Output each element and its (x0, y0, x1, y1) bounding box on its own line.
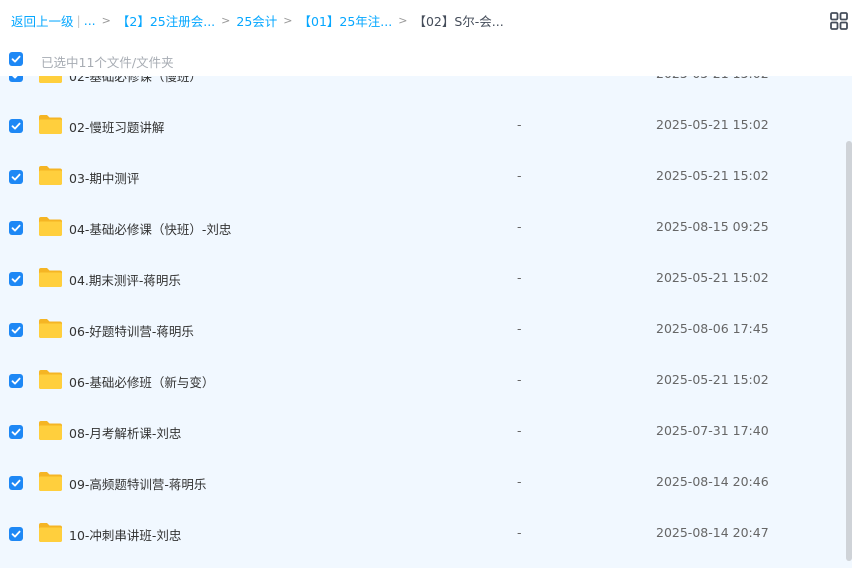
file-list: 02-基础必修课（慢班） - 2025-05-21 15:02 02-慢班习题讲解 - 2… (0, 76, 852, 568)
folder-icon (38, 76, 63, 84)
folder-icon (38, 369, 63, 390)
folder-icon (38, 471, 63, 492)
file-name[interactable]: 03-期中测评 (69, 168, 139, 187)
folder-icon (38, 318, 63, 339)
row-checkbox[interactable] (9, 221, 23, 235)
file-name[interactable]: 02-基础必修课（慢班） (69, 76, 202, 85)
file-date: 2025-08-15 09:25 (656, 219, 769, 234)
file-row[interactable]: 06-基础必修班（新与变） - 2025-05-21 15:02 (0, 356, 852, 407)
breadcrumb-item[interactable]: 【2】25注册会... (117, 11, 215, 30)
file-size: - (517, 372, 522, 387)
file-size: - (517, 219, 522, 234)
row-checkbox[interactable] (9, 170, 23, 184)
chevron-right-icon: > (283, 14, 293, 27)
file-date: 2025-05-21 15:02 (656, 270, 769, 285)
row-checkbox[interactable] (9, 119, 23, 133)
file-name[interactable]: 02-慢班习题讲解 (69, 117, 164, 136)
file-size: - (517, 321, 522, 336)
file-row[interactable]: 10-冲刺串讲班-刘忠 - 2025-08-14 20:47 (0, 509, 852, 560)
file-row[interactable]: 08-月考解析课-刘忠 - 2025-07-31 17:40 (0, 407, 852, 458)
file-date: 2025-05-21 15:02 (656, 117, 769, 132)
file-name[interactable]: 04-基础必修课（快班）-刘忠 (69, 219, 231, 238)
file-row[interactable]: 02-基础必修课（慢班） - 2025-05-21 15:02 (0, 76, 852, 101)
file-date: 2025-05-21 15:02 (656, 372, 769, 387)
grid-view-icon[interactable] (830, 12, 848, 30)
file-size: - (517, 270, 522, 285)
chevron-right-icon: > (221, 14, 231, 27)
file-size: - (517, 423, 522, 438)
scrollbar-thumb[interactable] (846, 141, 852, 561)
back-link[interactable]: 返回上一级 (11, 11, 74, 30)
file-date: 2025-08-14 20:47 (656, 525, 769, 540)
folder-icon (38, 165, 63, 186)
file-row[interactable]: 04-基础必修课（快班）-刘忠 - 2025-08-15 09:25 (0, 203, 852, 254)
row-checkbox[interactable] (9, 323, 23, 337)
row-checkbox[interactable] (9, 272, 23, 286)
chevron-right-icon: > (101, 14, 111, 27)
file-date: 2025-08-14 20:46 (656, 474, 769, 489)
file-date: 2025-08-06 17:45 (656, 321, 769, 336)
row-checkbox[interactable] (9, 527, 23, 541)
file-size: - (517, 474, 522, 489)
row-checkbox[interactable] (9, 374, 23, 388)
file-name[interactable]: 06-好题特训营-蒋明乐 (69, 321, 194, 340)
selection-count-text: 已选中11个文件/文件夹 (41, 55, 174, 70)
file-size: - (517, 168, 522, 183)
top-bar: 返回上一级 | ... > 【2】25注册会... > 25会计 > 【01】2… (0, 0, 860, 44)
folder-icon (38, 114, 63, 135)
file-name[interactable]: 06-基础必修班（新与变） (69, 372, 214, 391)
row-checkbox[interactable] (9, 476, 23, 490)
breadcrumb-divider: | (76, 13, 81, 28)
file-name[interactable]: 08-月考解析课-刘忠 (69, 423, 181, 442)
folder-icon (38, 267, 63, 288)
breadcrumb-ellipsis[interactable]: ... (84, 13, 96, 28)
file-date: 2025-05-21 15:02 (656, 76, 769, 81)
breadcrumb-current: 【02】S尔-会... (413, 14, 504, 29)
file-row[interactable]: 06-好题特训营-蒋明乐 - 2025-08-06 17:45 (0, 305, 852, 356)
folder-icon (38, 216, 63, 237)
file-size: - (517, 117, 522, 132)
file-name[interactable]: 04.期末测评-蒋明乐 (69, 270, 181, 289)
breadcrumb: 返回上一级 | ... > 【2】25注册会... > 25会计 > 【01】2… (11, 11, 504, 30)
folder-icon (38, 420, 63, 441)
folder-icon (38, 522, 63, 543)
file-row[interactable]: 04.期末测评-蒋明乐 - 2025-05-21 15:02 (0, 254, 852, 305)
file-row[interactable]: 09-高频题特训营-蒋明乐 - 2025-08-14 20:46 (0, 458, 852, 509)
select-all-checkbox[interactable] (9, 52, 23, 66)
file-size: - (517, 525, 522, 540)
breadcrumb-item[interactable]: 【01】25年注... (299, 11, 393, 30)
file-date: 2025-05-21 15:02 (656, 168, 769, 183)
row-checkbox[interactable] (9, 76, 23, 82)
file-row[interactable]: 03-期中测评 - 2025-05-21 15:02 (0, 152, 852, 203)
file-name[interactable]: 09-高频题特训营-蒋明乐 (69, 474, 206, 493)
scrollbar-track[interactable] (852, 76, 860, 568)
file-date: 2025-07-31 17:40 (656, 423, 769, 438)
chevron-right-icon: > (398, 14, 408, 27)
file-name[interactable]: 10-冲刺串讲班-刘忠 (69, 525, 181, 544)
row-checkbox[interactable] (9, 425, 23, 439)
file-size: - (517, 76, 522, 81)
breadcrumb-item[interactable]: 25会计 (236, 11, 277, 30)
file-row[interactable]: 02-慢班习题讲解 - 2025-05-21 15:02 (0, 101, 852, 152)
